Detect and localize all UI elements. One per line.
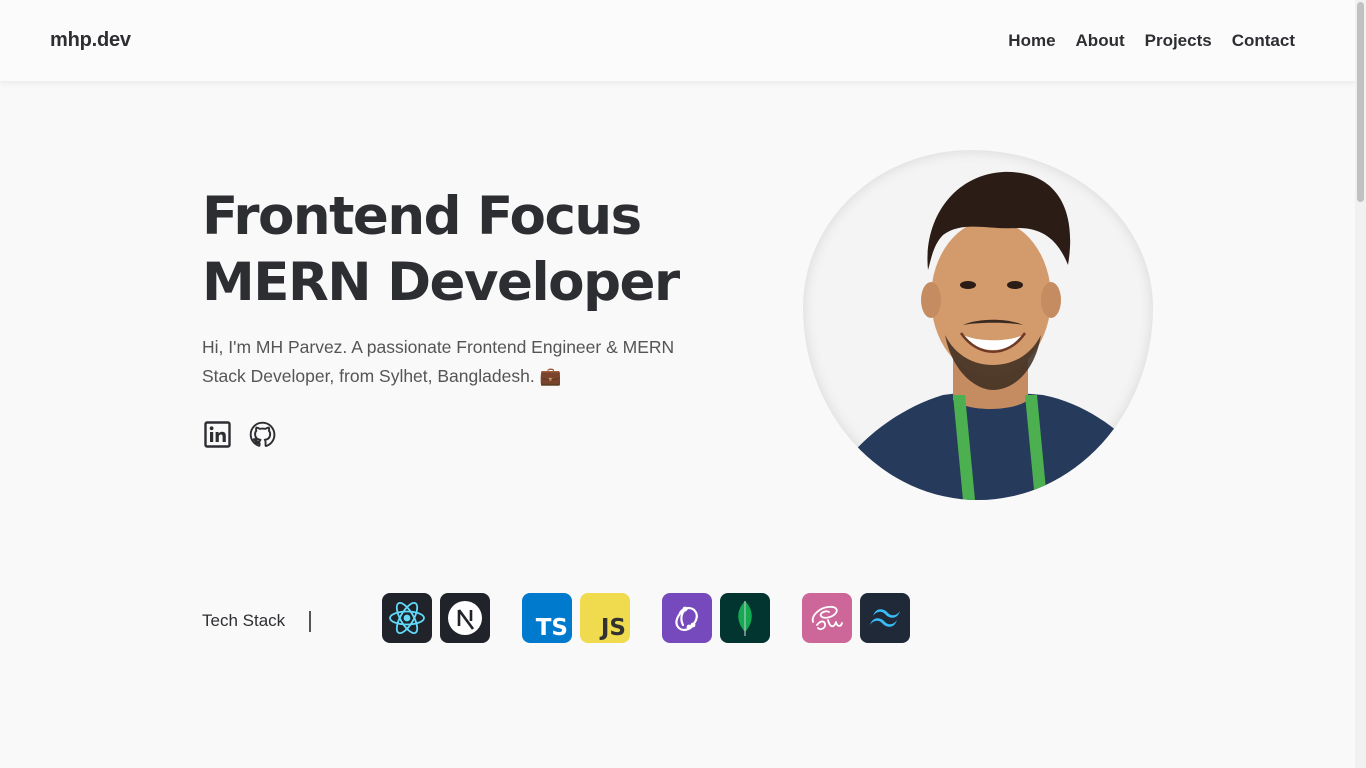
linkedin-icon[interactable] <box>204 421 231 448</box>
scrollbar-thumb[interactable] <box>1357 2 1364 202</box>
tech-stack-divider <box>309 611 311 632</box>
site-logo[interactable]: mhp.dev <box>50 29 131 52</box>
nav-home-link[interactable]: Home <box>1008 31 1055 51</box>
github-icon[interactable] <box>249 421 276 448</box>
hero-description: Hi, I'm MH Parvez. A passionate Frontend… <box>202 337 675 386</box>
typescript-icon-label: TS <box>535 615 568 641</box>
main-nav: Home About Projects Contact <box>1008 31 1295 51</box>
social-links <box>204 421 276 448</box>
nextjs-icon <box>440 593 490 643</box>
hero-title: Frontend Focus MERN Developer <box>202 184 680 316</box>
javascript-icon: JS <box>580 593 630 643</box>
tech-stack-label: Tech Stack <box>202 611 286 630</box>
hero-title-line2: MERN Developer <box>202 252 680 313</box>
nav-about-link[interactable]: About <box>1076 31 1125 51</box>
page-scrollbar[interactable] <box>1355 0 1366 768</box>
nav-contact-link[interactable]: Contact <box>1232 31 1295 51</box>
sass-icon <box>802 593 852 643</box>
typescript-icon: TS <box>522 593 572 643</box>
javascript-icon-label: JS <box>600 615 626 641</box>
redux-icon <box>662 593 712 643</box>
tailwind-icon <box>860 593 910 643</box>
react-icon <box>382 593 432 643</box>
nav-projects-link[interactable]: Projects <box>1145 31 1212 51</box>
mongodb-icon <box>720 593 770 643</box>
hero-title-line1: Frontend Focus <box>202 186 642 247</box>
profile-avatar <box>803 150 1153 500</box>
site-header: mhp.dev Home About Projects Contact <box>0 0 1355 81</box>
